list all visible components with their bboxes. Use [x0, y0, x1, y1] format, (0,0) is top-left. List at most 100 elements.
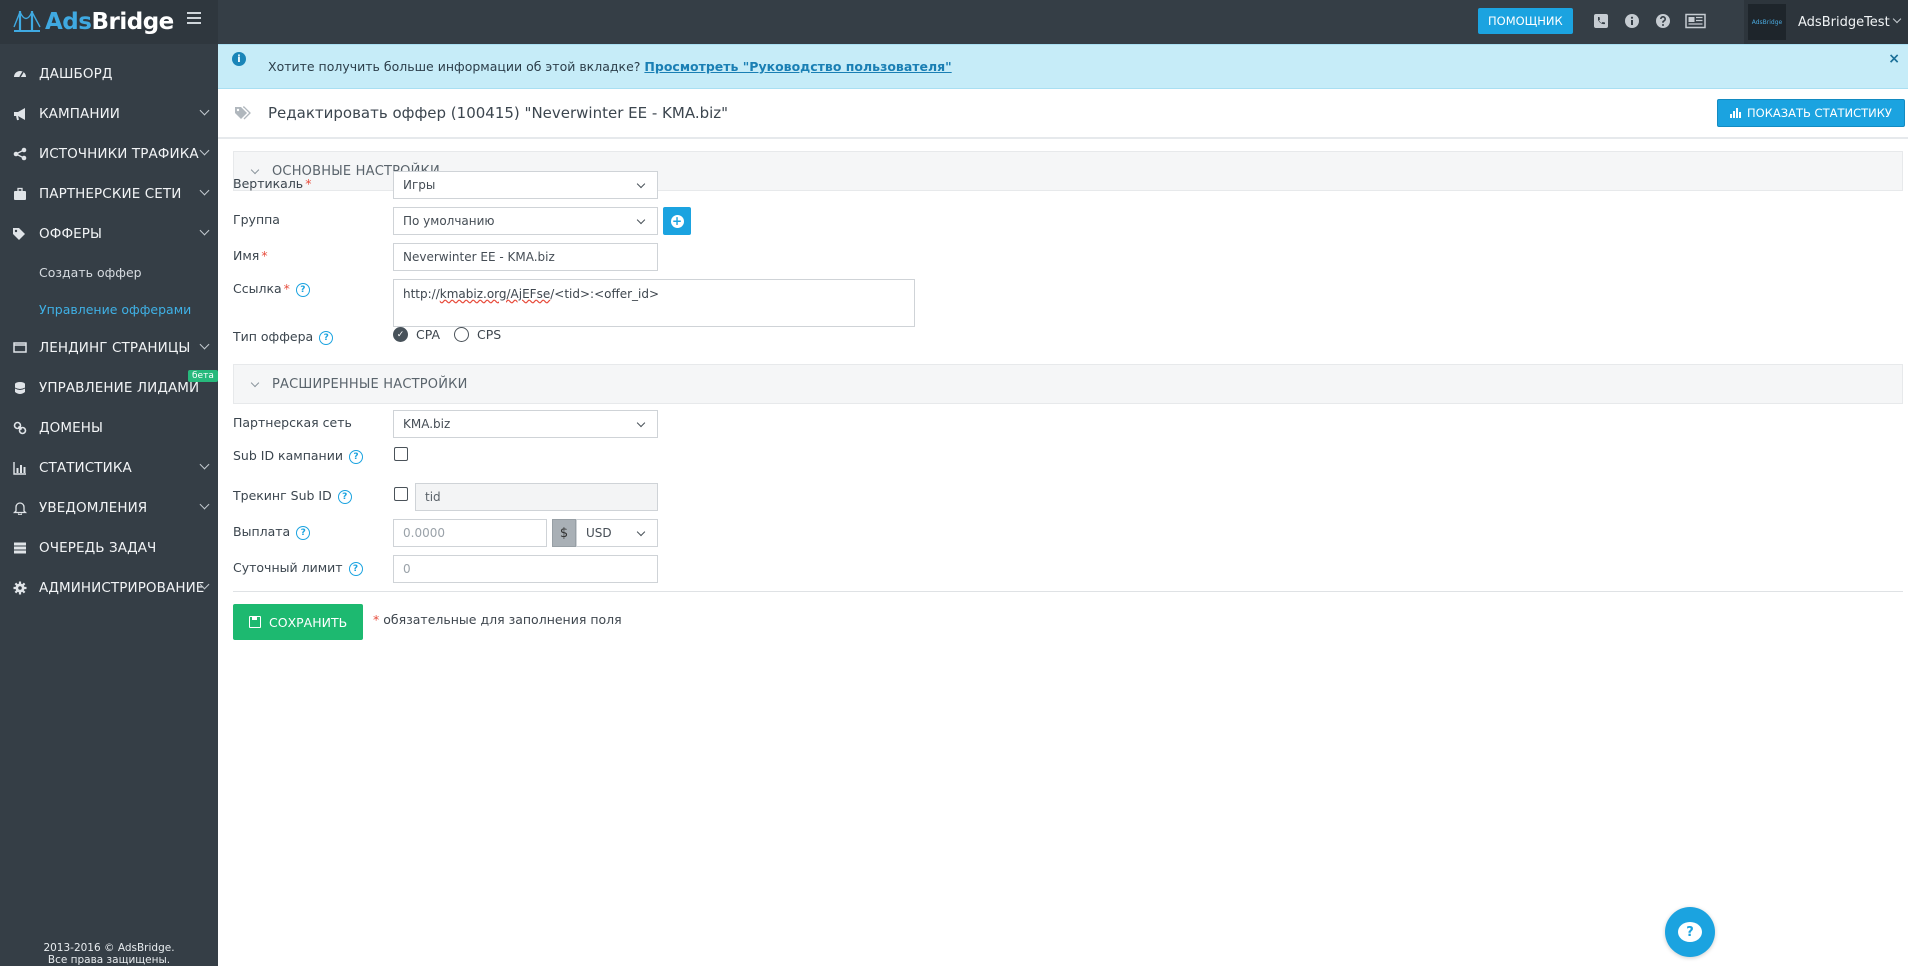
vertical-label-text: Вертикаль: [233, 176, 304, 191]
offer-name-input[interactable]: Neverwinter EE - KMA.biz: [393, 243, 658, 271]
logo[interactable]: AdsBridge: [0, 0, 218, 44]
page-header: Редактировать оффер (100415) "Neverwinte…: [218, 89, 1908, 139]
help-icon[interactable]: ?: [296, 525, 311, 540]
megaphone-icon: [12, 107, 27, 122]
copyright: 2013-2016 © AdsBridge. Все права защищен…: [0, 942, 218, 966]
bridge-logo-icon: [12, 7, 42, 37]
help-icon[interactable]: ?: [348, 449, 363, 464]
info-icon[interactable]: [1623, 12, 1641, 30]
subid-label: Sub ID кампании?: [233, 448, 363, 464]
link-text-part: http://: [403, 287, 440, 301]
chevron-down-icon: [250, 165, 260, 174]
payout-input[interactable]: 0.0000: [393, 519, 547, 547]
menu-toggle-icon[interactable]: [187, 12, 201, 24]
radio-circle-icon: [454, 327, 469, 342]
user-name: AdsBridgeTest: [1798, 14, 1890, 30]
help-icon[interactable]: ?: [348, 561, 363, 576]
tags-icon: [12, 227, 27, 242]
sidebar-item-traffic-sources[interactable]: ИСТОЧНИКИ ТРАФИКА: [0, 134, 218, 174]
sidebar-item-label: ПАРТНЕРСКИЕ СЕТИ: [39, 186, 182, 202]
vertical-select[interactable]: Игры: [393, 171, 658, 199]
payout-label: Выплата?: [233, 524, 311, 540]
required-note-text: обязательные для заполнения поля: [383, 612, 622, 627]
sidebar-sub-create-offer[interactable]: Создать оффер: [0, 254, 218, 291]
currency-select-value: USD: [586, 526, 612, 540]
chat-question-icon: ?: [1678, 922, 1702, 942]
sidebar-item-offers[interactable]: ОФФЕРЫ: [0, 214, 218, 254]
chevron-down-icon: [1892, 14, 1902, 24]
news-icon[interactable]: [1684, 12, 1706, 30]
server-icon: [12, 541, 27, 556]
page-title: Редактировать оффер (100415) "Neverwinte…: [268, 104, 729, 122]
copyright-line: Все права защищены.: [47, 954, 171, 966]
check-icon: ✓: [393, 327, 408, 342]
offer-type-cps-radio[interactable]: CPS: [454, 327, 501, 342]
payout-label-text: Выплата: [233, 524, 291, 539]
currency-select[interactable]: USD: [576, 519, 658, 547]
help-icon[interactable]: ?: [337, 489, 352, 504]
sidebar-item-label: КАМПАНИИ: [39, 106, 121, 122]
info-circle-icon: i: [232, 52, 246, 66]
tracking-subid-checkbox[interactable]: [394, 487, 408, 501]
sidebar-item-label: ДОМЕНЫ: [39, 420, 104, 436]
save-button-label: СОХРАНИТЬ: [269, 614, 348, 630]
offer-type-cpa-radio[interactable]: ✓ CPA: [393, 327, 440, 342]
avatar: AdsBridge: [1748, 4, 1786, 40]
sidebar-item-lead-management[interactable]: УПРАВЛЕНИЕ ЛИДАМИ бета: [0, 368, 218, 408]
chevron-down-icon: [199, 459, 210, 470]
sidebar-item-task-queue[interactable]: ОЧЕРЕДЬ ЗАДАЧ: [0, 528, 218, 568]
phone-icon[interactable]: [1592, 12, 1610, 30]
sidebar-item-affiliate-networks[interactable]: ПАРТНЕРСКИЕ СЕТИ: [0, 174, 218, 214]
group-select[interactable]: По умолчанию: [393, 207, 658, 235]
sidebar-item-domains[interactable]: ДОМЕНЫ: [0, 408, 218, 448]
add-group-button[interactable]: +: [663, 207, 691, 235]
sidebar-item-dashboard[interactable]: ДАШБОРД: [0, 54, 218, 94]
copyright-line: 2013-2016 © AdsBridge.: [43, 942, 175, 954]
radio-label: CPS: [477, 327, 502, 342]
assistant-button[interactable]: ПОМОЩНИК: [1478, 8, 1573, 34]
link-label: Ссылка *?: [233, 281, 310, 297]
sidebar-item-administration[interactable]: АДМИНИСТРИРОВАНИЕ: [0, 568, 218, 608]
chevron-down-icon: [199, 499, 210, 510]
advanced-settings-header[interactable]: РАСШИРЕННЫЕ НАСТРОЙКИ: [233, 364, 1903, 404]
offer-type-label-text: Тип оффера: [233, 329, 314, 344]
offer-link-textarea[interactable]: http://kmabiz.org/AjEFse/<tid>:<offer_id…: [393, 279, 915, 327]
show-statistics-button[interactable]: ПОКАЗАТЬ СТАТИСТИКУ: [1717, 99, 1905, 127]
link-label-text: Ссылка: [233, 281, 282, 296]
sidebar-item-label: ЛЕНДИНГ СТРАНИЦЫ: [39, 340, 191, 356]
chevron-down-icon: [199, 105, 210, 116]
subid-checkbox[interactable]: [394, 447, 408, 461]
sidebar-item-label: АДМИНИСТРИРОВАНИЕ: [39, 580, 205, 596]
chevron-down-icon: [199, 225, 210, 236]
sidebar-item-notifications[interactable]: УВЕДОМЛЕНИЯ: [0, 488, 218, 528]
required-mark: *: [283, 281, 290, 296]
logo-ads-text: Ads: [45, 9, 92, 35]
user-menu[interactable]: AdsBridge AdsBridgeTest: [1744, 0, 1908, 44]
help-icon[interactable]: ?: [319, 330, 334, 345]
chat-support-button[interactable]: ?: [1665, 907, 1715, 957]
required-mark: *: [305, 176, 312, 191]
sidebar-item-label: СТАТИСТИКА: [39, 460, 132, 476]
network-select[interactable]: KMA.biz: [393, 410, 658, 438]
divider: [233, 591, 1903, 592]
help-icon[interactable]: ?: [295, 282, 310, 297]
tracking-subid-input[interactable]: tid: [415, 483, 658, 511]
required-note: * обязательные для заполнения поля: [371, 612, 622, 627]
user-guide-link[interactable]: Просмотреть "Руководство пользователя": [644, 59, 951, 74]
sidebar-item-label: ИСТОЧНИКИ ТРАФИКА: [39, 146, 199, 162]
section-title: РАСШИРЕННЫЕ НАСТРОЙКИ: [272, 376, 468, 392]
name-label-text: Имя: [233, 248, 260, 263]
sidebar-sub-manage-offers[interactable]: Управление офферами: [0, 291, 218, 328]
sidebar-item-landing-pages[interactable]: ЛЕНДИНГ СТРАНИЦЫ: [0, 328, 218, 368]
daily-limit-input[interactable]: 0: [393, 555, 658, 583]
close-icon[interactable]: ×: [1888, 51, 1900, 67]
sidebar-item-statistics[interactable]: СТАТИСТИКА: [0, 448, 218, 488]
question-icon[interactable]: [1654, 12, 1672, 30]
sidebar-item-campaigns[interactable]: КАМПАНИИ: [0, 94, 218, 134]
group-select-value: По умолчанию: [403, 214, 495, 228]
save-button[interactable]: СОХРАНИТЬ: [233, 604, 364, 640]
subid-label-text: Sub ID кампании: [233, 448, 343, 463]
offer-type-label: Тип оффера?: [233, 329, 334, 345]
sidebar-item-label: ОЧЕРЕДЬ ЗАДАЧ: [39, 540, 157, 556]
group-label: Группа: [233, 212, 280, 227]
